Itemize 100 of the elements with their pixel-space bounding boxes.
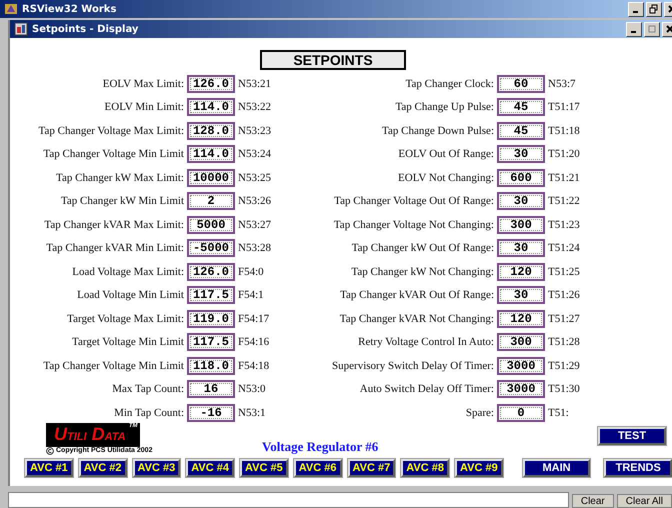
copyright-icon bbox=[46, 446, 54, 454]
setpoint-field[interactable]: 30 bbox=[497, 239, 545, 258]
tag-address: N53:22 bbox=[238, 101, 272, 114]
setpoint-field[interactable]: 3000 bbox=[497, 380, 545, 398]
setpoint-field[interactable]: 3000 bbox=[497, 356, 545, 375]
setpoint-field[interactable]: 0 bbox=[497, 404, 545, 422]
tag-address: T51:23 bbox=[548, 218, 581, 231]
tag-address: N53:1 bbox=[238, 406, 266, 419]
app-title: RSView32 Works bbox=[22, 4, 116, 14]
test-button[interactable]: TEST bbox=[598, 426, 666, 444]
setpoint-label: EOLV Min Limit: bbox=[104, 101, 184, 114]
tag-address: F54:17 bbox=[238, 312, 270, 325]
setpoint-field[interactable]: 10000 bbox=[187, 168, 235, 187]
setpoint-label: Target Voltage Max Limit: bbox=[66, 312, 184, 325]
setpoint-label: Max Tap Count: bbox=[111, 383, 184, 396]
tag-address: T51:27 bbox=[548, 312, 581, 325]
setpoint-label: EOLV Out Of Range: bbox=[397, 148, 494, 160]
setpoint-field[interactable]: 30 bbox=[497, 286, 545, 304]
setpoint-label: Supervisory Switch Delay Of Timer: bbox=[331, 360, 494, 372]
setpoint-label: Tap Changer kW Min Limit bbox=[60, 195, 184, 208]
setpoint-field[interactable]: 60 bbox=[497, 74, 545, 93]
setpoint-field[interactable]: 119.0 bbox=[187, 310, 235, 328]
tag-address: F54:1 bbox=[238, 289, 265, 302]
tag-address: T51:30 bbox=[548, 383, 581, 396]
tag-address: T51: bbox=[548, 406, 570, 419]
nav-button[interactable]: AVC #7 bbox=[348, 458, 396, 476]
tag-address: N53:7 bbox=[548, 78, 576, 90]
nav-button[interactable]: AVC #9 bbox=[455, 458, 503, 476]
setpoint-field[interactable]: 2 bbox=[187, 192, 235, 210]
setpoint-label: Tap Changer kVAR Min Limit: bbox=[45, 242, 184, 254]
nav-button[interactable]: AVC #2 bbox=[78, 458, 126, 476]
setpoint-field[interactable]: 126.0 bbox=[187, 74, 235, 93]
clear-button[interactable]: Clear bbox=[572, 494, 614, 508]
setpoint-label: Tap Changer Voltage Min Limit bbox=[42, 148, 184, 160]
setpoint-label: Retry Voltage Control In Auto: bbox=[357, 336, 494, 348]
setpoint-field[interactable]: 300 bbox=[497, 216, 545, 234]
tag-address: T51:21 bbox=[548, 172, 581, 184]
window-title: Setpoints - Display bbox=[32, 24, 138, 34]
nav-button[interactable]: AVC #8 bbox=[401, 458, 449, 476]
nav-button[interactable]: AVC #4 bbox=[186, 458, 234, 476]
setpoint-field[interactable]: 120 bbox=[497, 310, 545, 328]
setpoint-label: Tap Changer kVAR Not Changing: bbox=[338, 312, 494, 325]
tag-address: T51:28 bbox=[548, 336, 581, 348]
message-field[interactable] bbox=[8, 492, 569, 508]
display-icon bbox=[14, 22, 28, 36]
setpoint-field[interactable]: 120 bbox=[497, 262, 545, 281]
setpoint-field[interactable]: 45 bbox=[497, 122, 545, 140]
setpoint-field[interactable]: 114.0 bbox=[187, 98, 235, 116]
setpoint-label: Load Voltage Min Limit bbox=[76, 289, 184, 302]
setpoint-field[interactable]: 5000 bbox=[187, 216, 235, 234]
tag-address: T51:17 bbox=[548, 101, 581, 114]
nav-button[interactable]: TRENDS bbox=[604, 458, 672, 476]
tag-address: T51:20 bbox=[548, 148, 581, 160]
setpoint-field[interactable]: 30 bbox=[497, 192, 545, 210]
tag-address: T51:22 bbox=[548, 195, 581, 208]
setpoint-label: EOLV Max Limit: bbox=[102, 78, 184, 90]
setpoint-label: Spare: bbox=[464, 406, 494, 419]
setpoint-label: Tap Changer Clock: bbox=[404, 78, 494, 90]
setpoint-label: EOLV Not Changing: bbox=[397, 172, 494, 184]
minimize-icon[interactable] bbox=[626, 22, 642, 36]
setpoint-field[interactable]: 118.0 bbox=[187, 356, 235, 375]
nav-button[interactable]: AVC #6 bbox=[294, 458, 342, 476]
minimize-icon[interactable] bbox=[628, 2, 644, 16]
setpoint-label: Tap Changer kVAR Out Of Range: bbox=[339, 289, 494, 302]
setpoint-field[interactable]: 128.0 bbox=[187, 122, 235, 140]
setpoint-field[interactable]: 16 bbox=[187, 380, 235, 398]
regulator-title: Voltage Regulator #6 bbox=[262, 438, 378, 454]
setpoint-field[interactable]: 114.0 bbox=[187, 145, 235, 164]
setpoint-label: Tap Change Up Pulse: bbox=[394, 101, 494, 114]
setpoint-field[interactable]: 117.5 bbox=[187, 286, 235, 304]
nav-button[interactable]: AVC #5 bbox=[240, 458, 288, 476]
setpoint-label: Tap Changer kVAR Max Limit: bbox=[43, 218, 184, 231]
setpoint-field[interactable]: -16 bbox=[187, 404, 235, 422]
setpoint-label: Tap Changer kW Max Limit: bbox=[55, 172, 184, 184]
tag-address: T51:24 bbox=[548, 242, 581, 254]
nav-button[interactable]: AVC #3 bbox=[132, 458, 180, 476]
setpoint-label: Tap Changer kW Out Of Range: bbox=[350, 242, 494, 254]
maximize-icon[interactable] bbox=[644, 22, 660, 36]
setpoint-field[interactable]: 126.0 bbox=[187, 262, 235, 281]
setpoint-field[interactable]: -5000 bbox=[187, 239, 235, 258]
setpoint-label: Min Tap Count: bbox=[113, 406, 184, 419]
setpoint-label: Load Voltage Max Limit: bbox=[71, 266, 184, 278]
setpoint-label: Tap Changer kW Not Changing: bbox=[350, 266, 494, 278]
nav-button[interactable]: AVC #1 bbox=[25, 458, 73, 476]
clear-button[interactable]: Clear All bbox=[616, 494, 672, 508]
tag-address: N53:21 bbox=[238, 78, 272, 90]
tag-address: N53:27 bbox=[238, 218, 272, 231]
setpoint-field[interactable]: 30 bbox=[497, 145, 545, 164]
setpoint-field[interactable]: 600 bbox=[497, 168, 545, 187]
tag-address: T51:26 bbox=[548, 289, 581, 302]
setpoint-label: Auto Switch Delay Off Timer: bbox=[358, 383, 494, 396]
setpoint-field[interactable]: 300 bbox=[497, 333, 545, 352]
tag-address: F54:16 bbox=[238, 336, 270, 348]
tag-address: F54:18 bbox=[238, 360, 270, 372]
nav-button[interactable]: MAIN bbox=[522, 458, 590, 476]
tag-address: T51:18 bbox=[548, 124, 581, 137]
setpoint-label: Tap Change Down Pulse: bbox=[381, 124, 494, 137]
restore-icon[interactable] bbox=[646, 2, 662, 16]
setpoint-field[interactable]: 45 bbox=[497, 98, 545, 116]
setpoint-field[interactable]: 117.5 bbox=[187, 333, 235, 352]
